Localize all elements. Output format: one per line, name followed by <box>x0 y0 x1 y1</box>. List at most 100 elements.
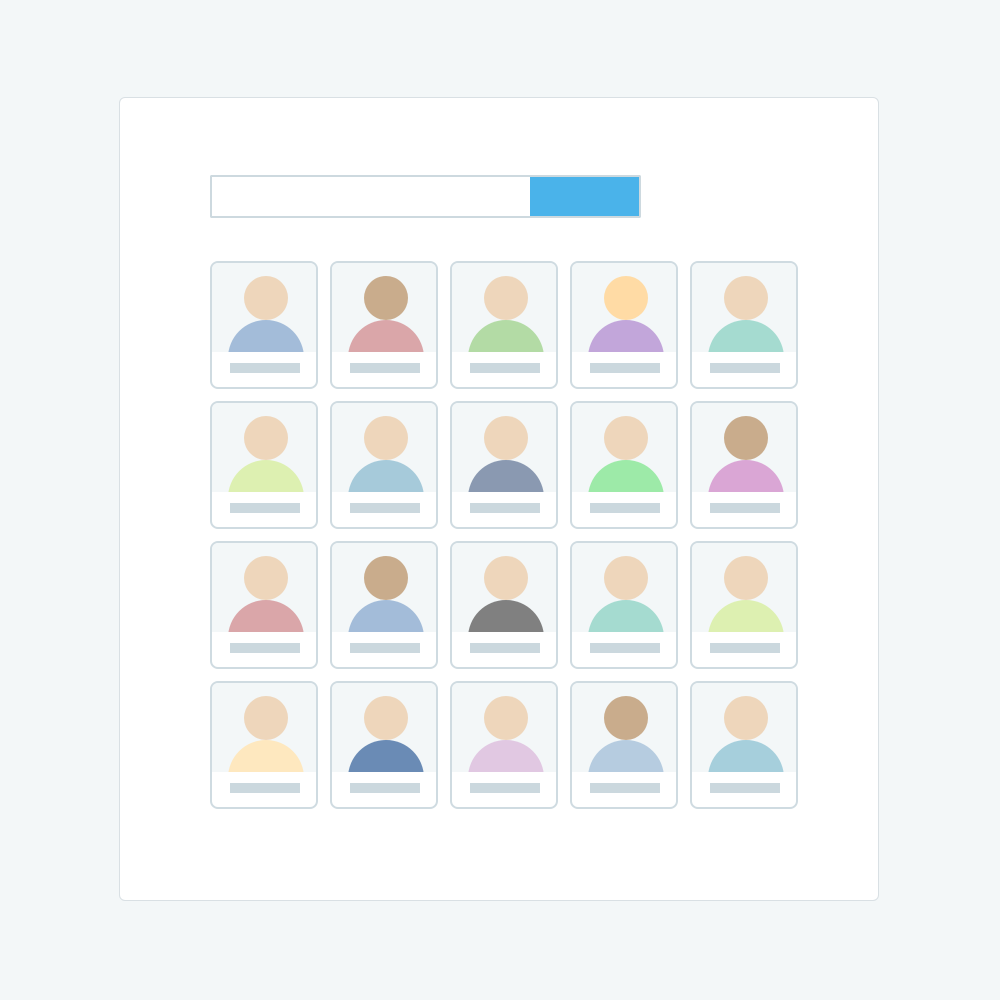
contact-card[interactable] <box>330 261 438 389</box>
contact-card[interactable] <box>210 681 318 809</box>
avatar-body <box>228 600 304 632</box>
avatar-head <box>244 556 288 600</box>
contact-name <box>710 503 780 513</box>
contact-name <box>350 363 420 373</box>
contact-name <box>710 363 780 373</box>
avatar-head <box>484 276 528 320</box>
search-button[interactable] <box>530 175 641 218</box>
contact-name <box>470 503 540 513</box>
contact-card[interactable] <box>210 541 318 669</box>
contact-card[interactable] <box>450 261 558 389</box>
contact-name <box>350 503 420 513</box>
avatar <box>692 683 796 772</box>
avatar-body <box>468 320 544 352</box>
contact-name <box>230 503 300 513</box>
avatar <box>332 263 436 352</box>
avatar <box>452 263 556 352</box>
contact-card[interactable] <box>690 681 798 809</box>
avatar <box>452 683 556 772</box>
contact-name <box>230 363 300 373</box>
avatar <box>212 543 316 632</box>
avatar-head <box>364 556 408 600</box>
contact-name <box>350 643 420 653</box>
avatar-head <box>364 416 408 460</box>
avatar-body <box>708 460 784 492</box>
contact-name <box>710 783 780 793</box>
avatar-body <box>708 740 784 772</box>
avatar <box>692 403 796 492</box>
contact-card[interactable] <box>450 401 558 529</box>
avatar-head <box>724 556 768 600</box>
avatar-head <box>364 276 408 320</box>
avatar-body <box>588 740 664 772</box>
contact-card[interactable] <box>450 541 558 669</box>
avatar <box>332 543 436 632</box>
avatar-head <box>604 556 648 600</box>
avatar <box>212 263 316 352</box>
avatar-body <box>588 460 664 492</box>
contact-card[interactable] <box>210 261 318 389</box>
avatar-body <box>468 600 544 632</box>
avatar-head <box>604 416 648 460</box>
contact-name <box>590 783 660 793</box>
avatar <box>452 543 556 632</box>
contact-name <box>230 643 300 653</box>
contact-card[interactable] <box>570 401 678 529</box>
contact-name <box>230 783 300 793</box>
avatar-head <box>484 416 528 460</box>
avatar-head <box>724 696 768 740</box>
avatar <box>692 543 796 632</box>
avatar <box>212 403 316 492</box>
contact-card[interactable] <box>450 681 558 809</box>
contact-card[interactable] <box>330 541 438 669</box>
contact-card[interactable] <box>210 401 318 529</box>
contact-card[interactable] <box>690 261 798 389</box>
avatar-body <box>348 460 424 492</box>
avatar <box>572 683 676 772</box>
avatar-head <box>724 416 768 460</box>
avatar-body <box>228 740 304 772</box>
avatar-head <box>604 276 648 320</box>
contact-name <box>470 643 540 653</box>
avatar <box>572 403 676 492</box>
contact-name <box>590 363 660 373</box>
avatar-head <box>604 696 648 740</box>
contact-card[interactable] <box>570 541 678 669</box>
avatar-head <box>364 696 408 740</box>
avatar-head <box>484 696 528 740</box>
search-input[interactable] <box>210 175 530 218</box>
avatar <box>692 263 796 352</box>
contact-name <box>470 783 540 793</box>
contact-name <box>710 643 780 653</box>
avatar-head <box>244 276 288 320</box>
avatar-head <box>724 276 768 320</box>
avatar-head <box>244 696 288 740</box>
avatar-head <box>244 416 288 460</box>
avatar-body <box>228 320 304 352</box>
contact-name <box>590 643 660 653</box>
contact-card[interactable] <box>690 401 798 529</box>
avatar <box>452 403 556 492</box>
avatar-body <box>348 740 424 772</box>
avatar-body <box>348 600 424 632</box>
contact-card[interactable] <box>330 401 438 529</box>
avatar-head <box>484 556 528 600</box>
contact-card[interactable] <box>570 261 678 389</box>
avatar <box>212 683 316 772</box>
contact-name <box>470 363 540 373</box>
contact-name <box>350 783 420 793</box>
avatar-body <box>708 600 784 632</box>
avatar <box>332 403 436 492</box>
avatar-body <box>588 320 664 352</box>
contact-card[interactable] <box>330 681 438 809</box>
avatar-body <box>468 740 544 772</box>
contact-card[interactable] <box>690 541 798 669</box>
contact-name <box>590 503 660 513</box>
contact-grid <box>210 261 798 809</box>
avatar <box>332 683 436 772</box>
avatar <box>572 543 676 632</box>
avatar-body <box>468 460 544 492</box>
avatar-body <box>228 460 304 492</box>
contact-card[interactable] <box>570 681 678 809</box>
avatar-body <box>708 320 784 352</box>
